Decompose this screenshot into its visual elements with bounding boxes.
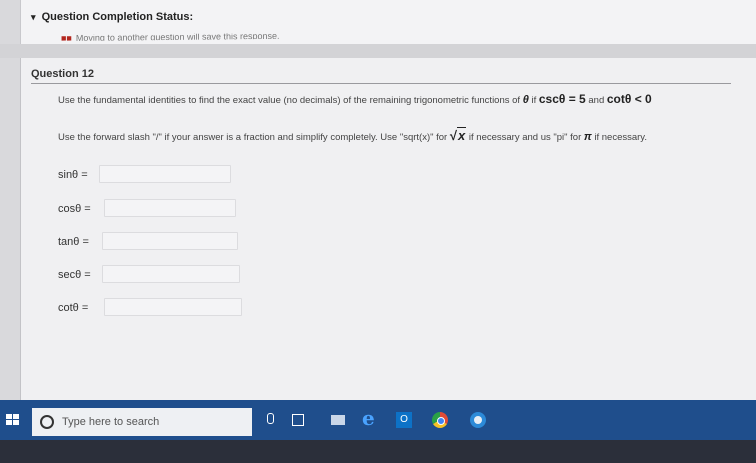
cot-label: cotθ = [58, 302, 89, 314]
chrome-icon[interactable] [432, 412, 448, 428]
sin-label: sinθ = [58, 169, 88, 181]
given-expression: cscθ = 5 [538, 92, 586, 106]
question-panel: Question 12 Use the fundamental identiti… [20, 58, 756, 400]
sec-label: secθ = [58, 269, 91, 281]
completion-status-title: Question Completion Status: [41, 11, 194, 23]
sqrt-symbol: √x [449, 127, 467, 143]
condition-expression: cotθ < 0 [606, 92, 652, 106]
edge-browser-icon[interactable]: e [362, 406, 378, 430]
app-icon[interactable] [470, 412, 486, 428]
question-instruction-2: Use the forward slash "/" if your answer… [58, 127, 647, 143]
task-view-icon[interactable] [290, 412, 306, 428]
file-explorer-icon[interactable] [330, 412, 346, 428]
cos-label: cosθ = [58, 203, 91, 215]
warning-icon: ■■ [61, 33, 72, 42]
outlook-icon[interactable] [396, 412, 412, 428]
save-notice-text: ■■ Moving to another question will save t… [61, 32, 280, 42]
tan-label: tanθ = [58, 236, 89, 248]
question-title: Question 12 [31, 68, 731, 84]
cot-answer-input[interactable] [104, 298, 242, 316]
taskbar-search-box[interactable]: Type here to search [32, 408, 252, 436]
search-placeholder: Type here to search [62, 416, 160, 428]
windows-start-icon[interactable] [6, 414, 20, 426]
question-instruction-1: Use the fundamental identities to find t… [58, 92, 652, 106]
section-gap [0, 44, 756, 58]
tan-answer-input[interactable] [102, 232, 238, 250]
pi-symbol: π [583, 131, 592, 143]
windows-taskbar: Type here to search e [0, 400, 756, 440]
microphone-icon[interactable] [262, 412, 278, 428]
monitor-bezel [0, 440, 756, 463]
cortana-circle-icon [40, 415, 54, 429]
sin-answer-input[interactable] [99, 165, 231, 183]
theta-symbol: θ [522, 94, 529, 106]
cos-answer-input[interactable] [104, 199, 236, 217]
sec-answer-input[interactable] [102, 265, 240, 283]
collapse-caret-icon[interactable]: ▾ [31, 12, 36, 22]
completion-status-panel: ▾ Question Completion Status: ■■ Moving t… [20, 0, 756, 45]
completion-status-toggle[interactable]: ▾ Question Completion Status: [31, 11, 193, 23]
